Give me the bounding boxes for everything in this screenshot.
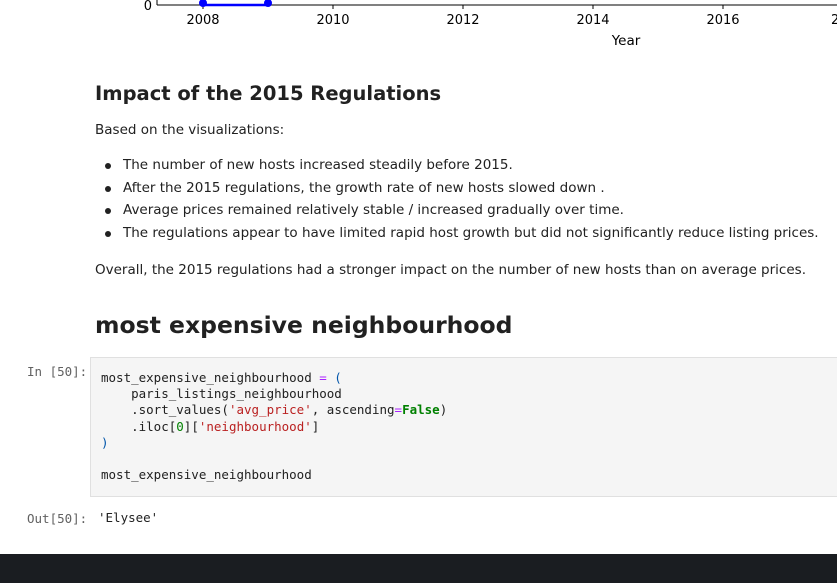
- list-item-text: Average prices remained relatively stabl…: [123, 202, 624, 218]
- code-token: 0: [176, 418, 184, 434]
- list-item-text: The regulations appear to have limited r…: [123, 224, 819, 241]
- code-token: (: [334, 370, 342, 385]
- x-tick-label: 2012: [446, 13, 479, 28]
- code-token: =: [394, 402, 403, 418]
- code-token: most_expensive_neighbourhood: [101, 467, 312, 483]
- code-token: ][: [183, 418, 199, 434]
- code-token: =: [311, 370, 335, 385]
- x-tick-label: 2010: [316, 13, 349, 28]
- code-token: ]: [311, 418, 320, 434]
- x-axis-label: Year: [611, 33, 641, 49]
- code-token: paris_listings_neighbourhood: [131, 386, 342, 402]
- intro-text: Based on the visualizations:: [95, 122, 285, 138]
- output-prompt: Out[50]:: [27, 511, 88, 526]
- conclusion-text: Overall, the 2015 regulations had a stro…: [95, 262, 806, 278]
- input-prompt: In [50]:: [27, 364, 88, 379]
- code-token: .sort_values(: [131, 402, 229, 418]
- x-tick-label: 2008: [186, 13, 219, 28]
- code-token: 'neighbourhood': [198, 418, 312, 434]
- bullet-icon: [105, 208, 111, 214]
- list-item: The regulations appear to have limited r…: [95, 222, 819, 245]
- code-token: , ascending: [311, 402, 395, 418]
- code-token: 'avg_price': [228, 402, 312, 418]
- x-tick-label: 2016: [706, 13, 739, 28]
- code-token: False: [402, 402, 440, 418]
- list-item-text: The number of new hosts increased steadi…: [123, 157, 513, 173]
- code-content[interactable]: most_expensive_neighbourhood = ( paris_l…: [101, 370, 447, 483]
- list-item: After the 2015 regulations, the growth r…: [95, 177, 819, 200]
- list-item: The number of new hosts increased steadi…: [95, 154, 819, 177]
- bullet-icon: [105, 163, 111, 169]
- code-token: ): [101, 434, 109, 450]
- x-tick-label: 2: [831, 13, 837, 28]
- x-tick-group: 2008 2010 2012 2014 2016 2: [186, 5, 837, 28]
- list-item: Average prices remained relatively stabl…: [95, 199, 819, 222]
- series-line-group: [199, 0, 272, 7]
- y-tick-label: 0: [144, 0, 152, 14]
- bottom-bar: [0, 554, 837, 583]
- chart-fragment: 2008 2010 2012 2014 2016 2 0 Year: [144, 0, 837, 49]
- findings-list: The number of new hosts increased steadi…: [95, 154, 819, 244]
- bullet-icon: [105, 230, 111, 237]
- section-heading-2: most expensive neighbourhood: [95, 311, 513, 339]
- cell-output: 'Elysee': [98, 510, 159, 525]
- x-tick-label: 2014: [576, 13, 609, 28]
- section-heading: Impact of the 2015 Regulations: [95, 82, 442, 105]
- code-token: most_expensive_neighbourhood: [101, 370, 312, 385]
- code-token: .iloc[: [131, 418, 177, 434]
- list-item-text: After the 2015 regulations, the growth r…: [123, 179, 605, 196]
- code-token: ): [439, 402, 448, 418]
- bullet-icon: [105, 185, 111, 192]
